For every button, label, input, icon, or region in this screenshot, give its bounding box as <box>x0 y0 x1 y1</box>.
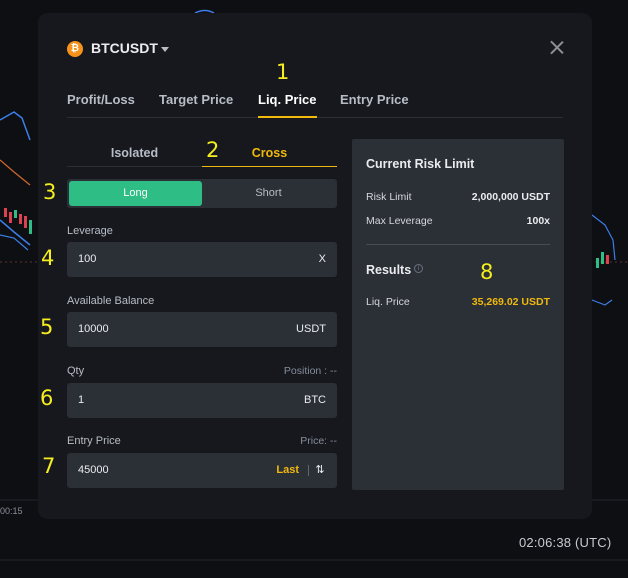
max-leverage-value: 100x <box>526 215 550 227</box>
marker-2: 2 <box>206 138 220 162</box>
max-leverage-label: Max Leverage <box>366 215 433 227</box>
bitcoin-icon: ₿ <box>67 41 83 57</box>
qty-input[interactable]: 1 BTC <box>67 383 337 418</box>
marker-1: 1 <box>276 60 290 84</box>
tab-entry-price[interactable]: Entry Price <box>340 92 409 107</box>
marker-8: 8 <box>480 260 494 284</box>
position-readout: Position : -- <box>283 365 337 377</box>
liq-price-label: Liq. Price <box>366 296 410 308</box>
balance-unit: USDT <box>296 323 326 335</box>
long-button[interactable]: Long <box>69 181 202 206</box>
entry-price-input[interactable]: 45000 Last ⇅ <box>67 453 337 488</box>
risk-limit-value: 2,000,000 USDT <box>471 191 550 203</box>
field-separator <box>308 465 309 476</box>
marker-6: 6 <box>40 386 54 410</box>
side-toggle: Long Short <box>67 179 337 208</box>
calculator-tabs: Profit/Loss Target Price Liq. Price Entr… <box>67 92 563 118</box>
marker-3: 3 <box>43 180 57 204</box>
tab-profit-loss[interactable]: Profit/Loss <box>67 92 135 107</box>
results-title: Results <box>366 263 412 277</box>
marker-7: 7 <box>42 454 56 478</box>
qty-unit: BTC <box>304 394 326 406</box>
panel-divider <box>366 244 550 245</box>
utc-time-readout: 02:06:38 (UTC) <box>519 535 612 550</box>
marker-5: 5 <box>40 315 54 339</box>
margin-mode-isolated[interactable]: Isolated <box>67 146 202 167</box>
margin-mode-tabs: Isolated Cross <box>67 146 337 168</box>
tab-target-price[interactable]: Target Price <box>159 92 233 107</box>
close-icon[interactable] <box>550 40 564 54</box>
entry-price-value: 45000 <box>78 464 109 476</box>
risk-limit-label: Risk Limit <box>366 191 412 203</box>
leverage-unit: X <box>318 253 326 265</box>
axis-tick-label: 00:15 <box>0 506 23 516</box>
chevron-down-icon[interactable] <box>161 47 169 52</box>
leverage-input[interactable]: 100 X <box>67 242 337 277</box>
marker-4: 4 <box>41 246 55 270</box>
entry-price-label: Entry Price <box>67 435 121 447</box>
info-icon[interactable]: i <box>414 264 423 273</box>
leverage-label: Leverage <box>67 225 113 237</box>
leverage-value: 100 <box>78 253 97 265</box>
symbol-selector[interactable]: BTCUSDT <box>91 40 158 56</box>
qty-value: 1 <box>78 394 85 406</box>
last-price-button[interactable]: Last <box>276 464 299 476</box>
price-readout: Price: -- <box>300 435 337 447</box>
balance-label: Available Balance <box>67 295 155 307</box>
margin-mode-cross[interactable]: Cross <box>202 146 337 167</box>
tab-liq-price[interactable]: Liq. Price <box>258 92 317 118</box>
swap-icon[interactable]: ⇅ <box>314 464 326 476</box>
balance-value: 10000 <box>78 323 109 335</box>
results-panel: Current Risk Limit Risk Limit 2,000,000 … <box>352 139 564 490</box>
risk-limit-title: Current Risk Limit <box>366 157 475 171</box>
liq-price-value: 35,269.02 USDT <box>471 296 550 308</box>
qty-label: Qty <box>67 365 85 377</box>
balance-input[interactable]: 10000 USDT <box>67 312 337 347</box>
short-button[interactable]: Short <box>202 181 335 206</box>
calculator-modal: ₿ BTCUSDT Profit/Loss Target Price Liq. … <box>38 13 592 519</box>
